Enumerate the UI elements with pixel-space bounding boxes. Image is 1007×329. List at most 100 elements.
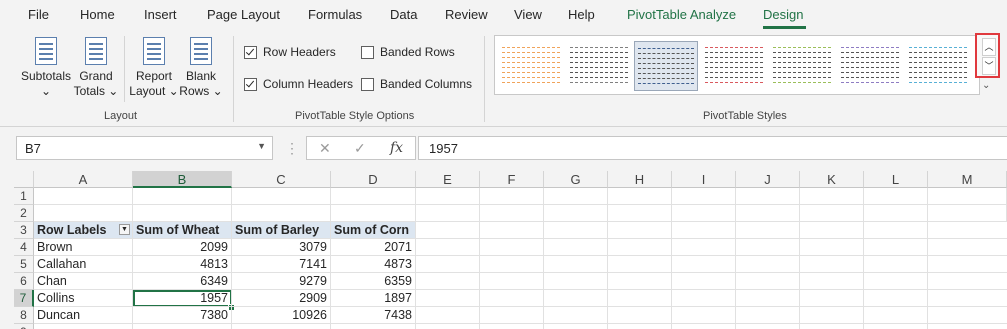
column-header-a[interactable]: A	[34, 171, 133, 188]
tab-page-layout[interactable]: Page Layout	[207, 7, 280, 22]
pivot-header-wheat[interactable]: Sum of Wheat	[133, 222, 232, 239]
table-row-label[interactable]: Collins	[34, 290, 133, 307]
style-swatch-line	[705, 57, 763, 59]
table-cell[interactable]: 2909	[232, 290, 331, 307]
table-cell[interactable]	[133, 324, 232, 329]
style-options-group-label: PivotTable Style Options	[295, 110, 415, 122]
tab-insert[interactable]: Insert	[144, 7, 177, 22]
table-cell[interactable]	[331, 324, 416, 329]
column-header-j[interactable]: J	[736, 171, 800, 188]
table-cell[interactable]: 2099	[133, 239, 232, 256]
tab-data[interactable]: Data	[390, 7, 417, 22]
row-header-9[interactable]: 9	[14, 324, 34, 329]
table-row-label[interactable]: Chan	[34, 273, 133, 290]
insert-function-icon[interactable]: fx	[390, 140, 403, 156]
selected-cell-b7[interactable]: 1957	[133, 290, 232, 307]
column-header-f[interactable]: F	[480, 171, 544, 188]
row-header-3[interactable]: 3	[14, 222, 34, 239]
row-header-6[interactable]: 6	[14, 273, 34, 290]
table-cell[interactable]: 7141	[232, 256, 331, 273]
table-cell[interactable]	[232, 324, 331, 329]
table-row-label[interactable]	[34, 324, 133, 329]
name-box[interactable]: B7 ▼	[16, 136, 273, 160]
style-swatch-orange[interactable]	[499, 41, 563, 91]
gridline	[34, 272, 1007, 273]
tab-formulas[interactable]: Formulas	[308, 7, 362, 22]
column-header-l[interactable]: L	[864, 171, 928, 188]
tab-view[interactable]: View	[514, 7, 542, 22]
formula-input[interactable]: 1957	[418, 136, 1007, 160]
column-header-b[interactable]: B	[133, 171, 232, 188]
tab-design[interactable]: Design	[763, 7, 803, 22]
report-layout-button[interactable]: Report Layout ⌄	[128, 37, 180, 99]
column-header-c[interactable]: C	[232, 171, 331, 188]
pivot-row-labels-header[interactable]: Row Labels ▼	[34, 222, 133, 239]
style-swatch-line	[773, 67, 831, 69]
table-row-label[interactable]: Callahan	[34, 256, 133, 273]
column-header-g[interactable]: G	[544, 171, 608, 188]
row-header-4[interactable]: 4	[14, 239, 34, 256]
table-cell[interactable]: 9279	[232, 273, 331, 290]
table-cell[interactable]: 7438	[331, 307, 416, 324]
filter-dropdown-icon[interactable]: ▼	[119, 224, 130, 235]
table-cell[interactable]: 2071	[331, 239, 416, 256]
table-cell[interactable]: 4873	[331, 256, 416, 273]
table-row-label[interactable]: Brown	[34, 239, 133, 256]
enter-icon[interactable]: ✓	[354, 140, 366, 157]
column-header-m[interactable]: M	[928, 171, 1007, 188]
tab-pivottable-analyze[interactable]: PivotTable Analyze	[627, 7, 736, 22]
tab-help[interactable]: Help	[568, 7, 595, 22]
column-header-k[interactable]: K	[800, 171, 864, 188]
style-swatch-light-blue[interactable]	[906, 41, 970, 91]
gallery-scroll-up-icon[interactable]: ︿	[982, 38, 996, 56]
tab-file[interactable]: File	[28, 7, 49, 22]
table-cell[interactable]: 3079	[232, 239, 331, 256]
row-header-5[interactable]: 5	[14, 256, 34, 273]
style-swatch-line	[570, 82, 628, 84]
table-cell[interactable]: 6359	[331, 273, 416, 290]
pivot-header-corn[interactable]: Sum of Corn	[331, 222, 416, 239]
ribbon-tab-bar: File Home Insert Page Layout Formulas Da…	[0, 0, 1007, 30]
column-header-i[interactable]: I	[672, 171, 736, 188]
formula-buttons: ✕ ✓ fx	[306, 136, 416, 160]
style-swatch-green[interactable]	[770, 41, 834, 91]
column-header-d[interactable]: D	[331, 171, 416, 188]
empty-row[interactable]	[34, 188, 1007, 205]
style-swatch-blue-selected[interactable]	[634, 41, 698, 91]
banded-rows-checkbox[interactable]: Banded Rows	[361, 45, 455, 59]
subtotals-button[interactable]: Subtotals ⌄	[18, 37, 74, 99]
select-all-corner[interactable]	[14, 171, 34, 188]
chevron-down-icon[interactable]: ▼	[257, 141, 266, 151]
column-header-h[interactable]: H	[608, 171, 672, 188]
empty-row[interactable]	[34, 205, 1007, 222]
table-cell[interactable]: 7380	[133, 307, 232, 324]
style-swatch-purple[interactable]	[838, 41, 902, 91]
style-swatch-line	[909, 77, 967, 79]
tab-review[interactable]: Review	[445, 7, 488, 22]
row-header-2[interactable]: 2	[14, 205, 34, 222]
row-headers-checkbox[interactable]: Row Headers	[244, 45, 336, 59]
row-header-1[interactable]: 1	[14, 188, 34, 205]
style-swatch-red[interactable]	[702, 41, 766, 91]
row-header-7[interactable]: 7	[14, 290, 34, 307]
column-header-e[interactable]: E	[416, 171, 480, 188]
table-cell[interactable]: 4813	[133, 256, 232, 273]
table-cell[interactable]: 1897	[331, 290, 416, 307]
cancel-icon[interactable]: ✕	[319, 140, 331, 157]
style-swatch-line	[773, 77, 831, 79]
banded-columns-checkbox[interactable]: Banded Columns	[361, 77, 472, 91]
gallery-scroll-down-icon[interactable]: ﹀	[982, 57, 996, 75]
style-swatch-gray[interactable]	[567, 41, 631, 91]
table-cell[interactable]: 10926	[232, 307, 331, 324]
tab-home[interactable]: Home	[80, 7, 115, 22]
grand-totals-button[interactable]: Grand Totals ⌄	[72, 37, 120, 99]
style-swatch-line	[773, 62, 831, 64]
gallery-more-icon[interactable]: ⌄	[982, 80, 990, 91]
column-headers-checkbox[interactable]: Column Headers	[244, 77, 353, 91]
table-row-label[interactable]: Duncan	[34, 307, 133, 324]
gridline	[34, 238, 1007, 239]
blank-rows-button[interactable]: Blank Rows ⌄	[178, 37, 224, 99]
row-header-8[interactable]: 8	[14, 307, 34, 324]
table-cell[interactable]: 6349	[133, 273, 232, 290]
pivot-header-barley[interactable]: Sum of Barley	[232, 222, 331, 239]
